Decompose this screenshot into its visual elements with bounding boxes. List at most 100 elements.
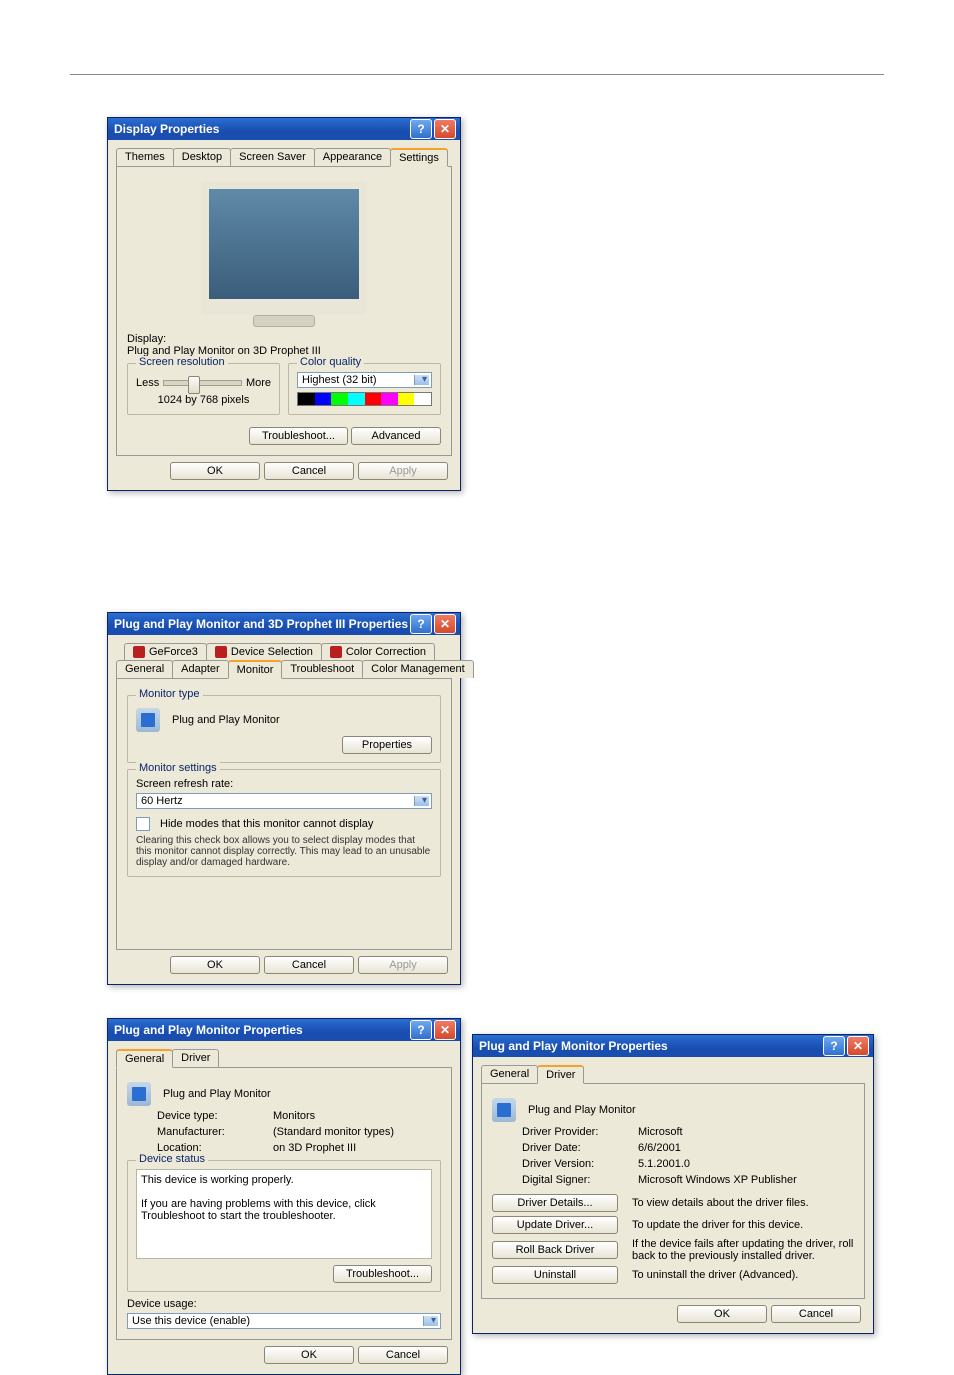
cancel-button[interactable]: Cancel <box>771 1305 861 1323</box>
device-usage-select[interactable]: Use this device (enable) <box>127 1313 441 1329</box>
cancel-button[interactable]: Cancel <box>264 462 354 480</box>
driver-provider-value: Microsoft <box>638 1126 683 1138</box>
apply-button[interactable]: Apply <box>358 956 448 974</box>
device-status-legend: Device status <box>136 1153 208 1165</box>
settings-panel: Display: Plug and Play Monitor on 3D Pro… <box>116 167 452 456</box>
tab-desktop[interactable]: Desktop <box>173 148 231 166</box>
more-label: More <box>246 377 271 389</box>
help-icon[interactable]: ? <box>410 119 432 139</box>
tabbar: General Driver <box>116 1049 452 1068</box>
display-label: Display: <box>127 333 441 345</box>
close-icon[interactable]: ✕ <box>434 614 456 634</box>
resolution-slider[interactable] <box>163 380 242 386</box>
color-quality-legend: Color quality <box>297 356 364 368</box>
color-quality-select[interactable]: Highest (32 bit) <box>297 372 432 388</box>
monitor-type-fieldset: Monitor type Plug and Play Monitor Prope… <box>127 695 441 763</box>
driver-version-value: 5.1.2001.0 <box>638 1158 690 1170</box>
cancel-button[interactable]: Cancel <box>264 956 354 974</box>
tab-troubleshoot[interactable]: Troubleshoot <box>281 660 363 678</box>
page-rule <box>70 74 884 75</box>
tabbar: General Driver <box>481 1065 865 1084</box>
general-panel: Plug and Play Monitor Device type: Monito… <box>116 1068 452 1340</box>
tab-monitor[interactable]: Monitor <box>228 660 283 679</box>
tab-device-selection[interactable]: Device Selection <box>206 643 322 660</box>
device-name: Plug and Play Monitor <box>528 1104 636 1116</box>
help-icon[interactable]: ? <box>410 1020 432 1040</box>
cancel-button[interactable]: Cancel <box>358 1346 448 1364</box>
device-usage-value: Use this device (enable) <box>132 1315 250 1327</box>
rollback-driver-button[interactable]: Roll Back Driver <box>492 1241 618 1259</box>
ok-button[interactable]: OK <box>170 956 260 974</box>
advanced-button[interactable]: Advanced <box>351 427 441 445</box>
driver-details-button[interactable]: Driver Details... <box>492 1194 618 1212</box>
close-icon[interactable]: ✕ <box>434 119 456 139</box>
tabbar: GeForce3 Device Selection Color Correcti… <box>116 643 452 679</box>
resolution-value: 1024 by 768 pixels <box>136 394 271 406</box>
monitor-props-driver-dialog: Plug and Play Monitor Properties ? ✕ Gen… <box>472 1034 874 1334</box>
update-driver-button[interactable]: Update Driver... <box>492 1216 618 1234</box>
help-icon[interactable]: ? <box>410 614 432 634</box>
hide-modes-checkbox[interactable] <box>136 817 150 831</box>
apply-button[interactable]: Apply <box>358 462 448 480</box>
tab-themes[interactable]: Themes <box>116 148 174 166</box>
properties-button[interactable]: Properties <box>342 736 432 754</box>
nvidia-icon <box>133 646 145 658</box>
refresh-rate-select[interactable]: 60 Hertz <box>136 793 432 809</box>
title-text: Plug and Play Monitor Properties <box>114 1023 408 1037</box>
color-quality-value: Highest (32 bit) <box>302 374 377 386</box>
ok-button[interactable]: OK <box>264 1346 354 1364</box>
device-name: Plug and Play Monitor <box>163 1088 271 1100</box>
monitor-panel: Monitor type Plug and Play Monitor Prope… <box>116 679 452 950</box>
tab-settings[interactable]: Settings <box>390 148 448 167</box>
titlebar[interactable]: Display Properties ? ✕ <box>108 118 460 140</box>
help-icon[interactable]: ? <box>823 1036 845 1056</box>
monitor-type-legend: Monitor type <box>136 688 203 700</box>
tab-color-correction[interactable]: Color Correction <box>321 643 435 660</box>
titlebar[interactable]: Plug and Play Monitor Properties ? ✕ <box>473 1035 873 1057</box>
monitor-settings-legend: Monitor settings <box>136 762 220 774</box>
uninstall-button[interactable]: Uninstall <box>492 1266 618 1284</box>
ok-button[interactable]: OK <box>170 462 260 480</box>
tab-general[interactable]: General <box>481 1065 538 1083</box>
nvidia-icon <box>215 646 227 658</box>
title-text: Plug and Play Monitor Properties <box>479 1039 821 1053</box>
location-value: on 3D Prophet III <box>273 1142 356 1154</box>
tab-color-management[interactable]: Color Management <box>362 660 474 678</box>
titlebar[interactable]: Plug and Play Monitor Properties ? ✕ <box>108 1019 460 1041</box>
close-icon[interactable]: ✕ <box>434 1020 456 1040</box>
refresh-rate-label: Screen refresh rate: <box>136 778 432 790</box>
tab-screensaver[interactable]: Screen Saver <box>230 148 315 166</box>
tab-appearance[interactable]: Appearance <box>314 148 391 166</box>
device-status-text[interactable]: This device is working properly. If you … <box>136 1169 432 1259</box>
close-icon[interactable]: ✕ <box>847 1036 869 1056</box>
device-type-label: Device type: <box>157 1110 267 1122</box>
device-type-value: Monitors <box>273 1110 315 1122</box>
ok-button[interactable]: OK <box>677 1305 767 1323</box>
device-usage-label: Device usage: <box>127 1298 441 1310</box>
tab-adapter[interactable]: Adapter <box>172 660 229 678</box>
device-status-fieldset: Device status This device is working pro… <box>127 1160 441 1292</box>
tab-general[interactable]: General <box>116 1049 173 1068</box>
tab-geforce3[interactable]: GeForce3 <box>124 643 207 660</box>
driver-panel: Plug and Play Monitor Driver Provider:Mi… <box>481 1084 865 1299</box>
driver-date-value: 6/6/2001 <box>638 1142 681 1154</box>
hide-modes-desc: Clearing this check box allows you to se… <box>136 835 432 868</box>
monitor-icon <box>136 708 160 732</box>
color-swatch <box>297 392 432 406</box>
tabbar: Themes Desktop Screen Saver Appearance S… <box>116 148 452 167</box>
monitor-settings-fieldset: Monitor settings Screen refresh rate: 60… <box>127 769 441 877</box>
manufacturer-label: Manufacturer: <box>157 1126 267 1138</box>
troubleshoot-button[interactable]: Troubleshoot... <box>249 427 348 445</box>
troubleshoot-button[interactable]: Troubleshoot... <box>333 1265 432 1283</box>
tab-general[interactable]: General <box>116 660 173 678</box>
refresh-rate-value: 60 Hertz <box>141 795 183 807</box>
monitor-icon <box>492 1098 516 1122</box>
title-text: Plug and Play Monitor and 3D Prophet III… <box>114 617 408 631</box>
tab-driver[interactable]: Driver <box>172 1049 219 1067</box>
monitor-preview <box>201 181 367 315</box>
tab-driver[interactable]: Driver <box>537 1065 584 1084</box>
nvidia-icon <box>330 646 342 658</box>
titlebar[interactable]: Plug and Play Monitor and 3D Prophet III… <box>108 613 460 635</box>
hide-modes-label: Hide modes that this monitor cannot disp… <box>160 818 373 830</box>
manufacturer-value: (Standard monitor types) <box>273 1126 394 1138</box>
